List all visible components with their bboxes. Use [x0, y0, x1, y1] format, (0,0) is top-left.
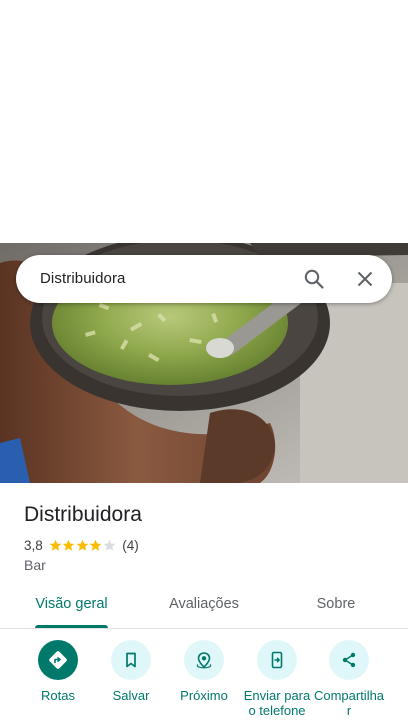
rating-value: 3,8 [24, 537, 43, 553]
send-to-phone-icon [257, 640, 297, 680]
star-rating [49, 539, 117, 552]
share-icon [329, 640, 369, 680]
share-label: Compartilhar [313, 688, 385, 718]
nearby-label: Próximo [180, 688, 228, 703]
star-filled-icon [62, 539, 75, 551]
place-title: Distribuidora [24, 503, 142, 526]
action-bar: Rotas Salvar Próximo Enviar para o telef… [0, 640, 408, 726]
nearby-icon [184, 640, 224, 680]
star-empty-icon [103, 539, 116, 551]
send-to-phone-button[interactable]: Enviar para o telefone [240, 640, 314, 718]
place-category: Bar [24, 557, 46, 573]
map-blank-area [0, 0, 408, 243]
directions-icon [38, 640, 78, 680]
nearby-button[interactable]: Próximo [167, 640, 241, 703]
star-filled-icon [49, 539, 62, 551]
directions-label: Rotas [41, 688, 75, 703]
tab-reviews[interactable]: Avaliações [158, 584, 250, 625]
rating-row[interactable]: 3,8 (4) [24, 536, 139, 554]
save-button[interactable]: Salvar [94, 640, 168, 703]
search-bar[interactable]: Distribuidora [16, 255, 392, 303]
star-filled-icon [76, 539, 89, 551]
active-tab-indicator [35, 625, 108, 628]
share-button[interactable]: Compartilhar [312, 640, 386, 718]
close-icon[interactable] [353, 267, 377, 291]
tab-about[interactable]: Sobre [306, 584, 366, 625]
star-filled-icon [89, 539, 102, 551]
send-to-phone-label: Enviar para o telefone [243, 688, 311, 718]
search-icon[interactable] [302, 267, 326, 291]
place-tabs: Visão geral Avaliações Sobre [0, 584, 408, 629]
tab-overview[interactable]: Visão geral [35, 584, 108, 625]
bookmark-icon [111, 640, 151, 680]
review-count[interactable]: (4) [122, 538, 139, 553]
save-label: Salvar [112, 688, 150, 703]
search-query[interactable]: Distribuidora [40, 255, 126, 303]
directions-button[interactable]: Rotas [21, 640, 95, 703]
